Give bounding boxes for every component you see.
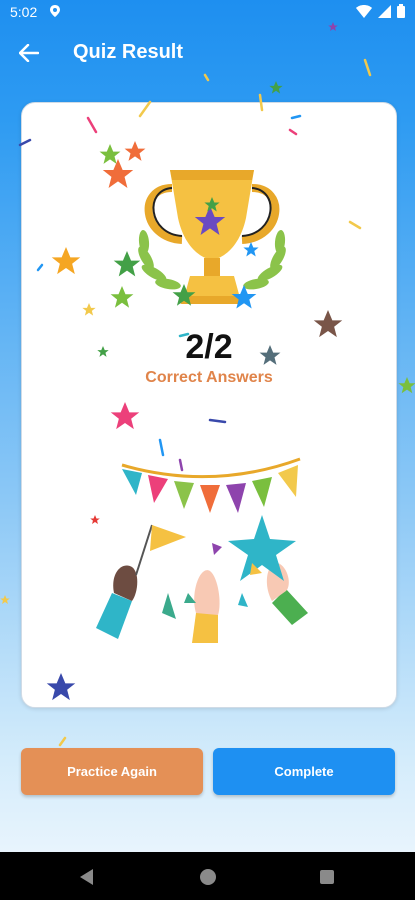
back-button[interactable] — [14, 38, 44, 68]
wifi-icon — [356, 4, 372, 21]
triangle-back-icon — [80, 869, 93, 885]
celebration-illustration — [96, 457, 308, 643]
battery-icon — [397, 4, 405, 21]
signal-icon — [378, 4, 391, 21]
score-label: Correct Answers — [145, 369, 273, 386]
circle-home-icon — [200, 869, 216, 885]
practice-again-button[interactable]: Practice Again — [21, 748, 203, 795]
app-bar: Quiz Result — [0, 24, 415, 80]
nav-recents-button[interactable] — [316, 866, 338, 888]
status-time: 5:02 — [10, 4, 38, 20]
result-card: 2/2 Correct Answers — [21, 102, 397, 708]
nav-home-button[interactable] — [197, 866, 219, 888]
square-recents-icon — [320, 870, 334, 884]
location-icon — [50, 5, 60, 20]
arrow-left-icon — [19, 44, 39, 62]
score-value: 2/2 — [185, 328, 233, 366]
system-nav-bar — [0, 852, 415, 900]
page-title: Quiz Result — [73, 41, 184, 63]
complete-button[interactable]: Complete — [213, 748, 395, 795]
trophy-illustration — [138, 170, 286, 304]
nav-back-button[interactable] — [76, 866, 98, 888]
status-bar: 5:02 — [0, 0, 415, 24]
